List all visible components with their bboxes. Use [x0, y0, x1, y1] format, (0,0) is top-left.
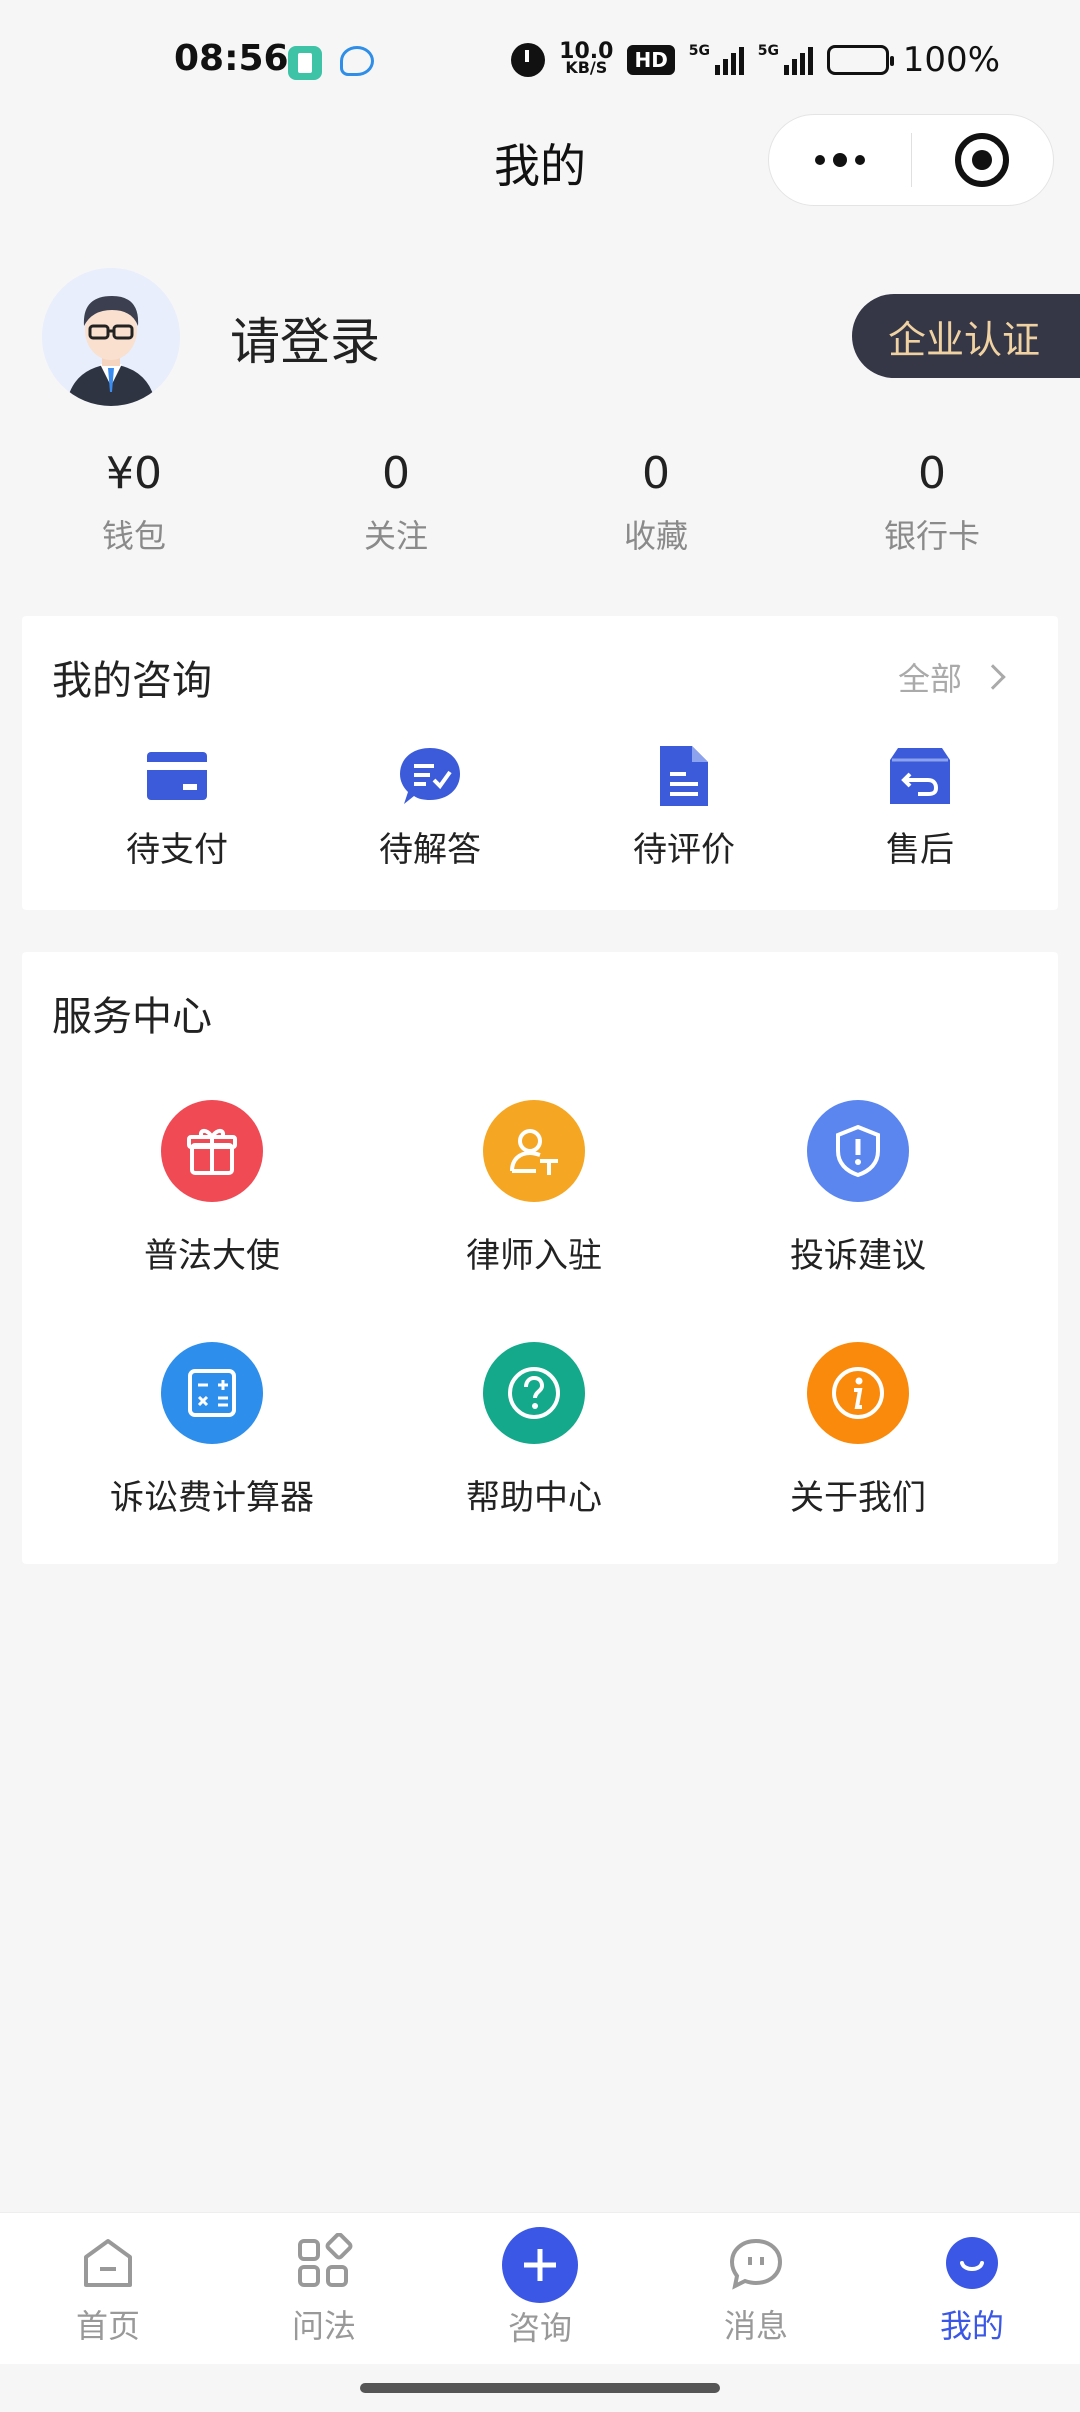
mini-program-capsule — [768, 114, 1054, 206]
signal-label: 5G — [688, 43, 711, 59]
status-bar: 08:56 10.0 KB/S HD 5G 5G 100% — [0, 0, 1080, 120]
stat-label: 钱包 — [101, 517, 166, 555]
login-link[interactable]: 请登录 — [230, 302, 380, 374]
consult-pending-payment[interactable]: 待支付 — [87, 744, 267, 871]
hd-badge: HD — [627, 45, 675, 75]
stat-value: 0 — [642, 448, 670, 499]
service-item-label: 关于我们 — [790, 1478, 926, 1518]
nav-label: 咨询 — [507, 2309, 572, 2347]
profile-icon — [942, 2233, 1002, 2293]
chat-bubble-icon — [398, 744, 462, 808]
app-icon — [288, 46, 322, 80]
service-help-center[interactable]: 帮助中心 — [384, 1342, 684, 1519]
info-icon — [807, 1342, 909, 1444]
service-fee-calculator[interactable]: 诉讼费计算器 — [62, 1342, 362, 1519]
consult-item-label: 待解答 — [379, 830, 481, 870]
consult-item-label: 待评价 — [633, 830, 735, 870]
more-icon[interactable] — [769, 115, 911, 205]
chat-icon — [340, 46, 374, 76]
view-all-label: 全部 — [897, 660, 962, 698]
service-legal-ambassador[interactable]: 普法大使 — [62, 1100, 362, 1277]
stat-follow[interactable]: 0 关注 — [296, 448, 496, 557]
stat-label: 关注 — [363, 517, 428, 555]
consult-pending-answer[interactable]: 待解答 — [340, 744, 520, 871]
service-title: 服务中心 — [52, 994, 212, 1040]
alarm-icon — [511, 43, 546, 77]
lawyer-icon — [483, 1100, 585, 1202]
calculator-icon — [161, 1342, 263, 1444]
consult-pending-review[interactable]: 待评价 — [594, 744, 774, 871]
bottom-nav: 首页 问法 咨询 消息 我的 — [0, 2212, 1080, 2364]
stat-bank-card[interactable]: 0 银行卡 — [832, 448, 1032, 557]
avatar[interactable] — [42, 268, 180, 406]
gift-icon — [161, 1100, 263, 1202]
service-about-us[interactable]: 关于我们 — [708, 1342, 1008, 1519]
stat-label: 收藏 — [623, 517, 688, 555]
stat-label: 银行卡 — [883, 517, 980, 555]
enterprise-cert-button[interactable]: 企业认证 — [852, 294, 1080, 378]
nav-messages[interactable]: 消息 — [686, 2233, 826, 2347]
status-icons: 10.0 KB/S HD 5G 5G 100% — [511, 40, 1000, 80]
speed-unit: KB/S — [565, 58, 608, 77]
nav-label: 我的 — [939, 2307, 1004, 2345]
view-all-link[interactable]: 全部 — [897, 654, 1006, 700]
service-item-label: 普法大使 — [144, 1236, 280, 1276]
nav-label: 问法 — [291, 2307, 356, 2345]
stat-value: 0 — [382, 448, 410, 499]
nav-label: 消息 — [723, 2307, 788, 2345]
close-target-icon[interactable] — [912, 115, 1054, 205]
consult-after-sales[interactable]: 售后 — [830, 744, 1010, 871]
stat-wallet[interactable]: ¥0 钱包 — [34, 448, 234, 557]
battery-icon — [826, 45, 894, 75]
service-card: 服务中心 普法大使 律师入驻 投诉建议 诉讼费计算器 帮助中心 关于我们 — [22, 952, 1058, 1564]
nav-consult[interactable]: 咨询 — [470, 2227, 610, 2349]
message-icon — [726, 2233, 786, 2293]
stat-value: 0 — [918, 448, 946, 499]
grid-icon — [294, 2232, 354, 2293]
consult-item-label: 售后 — [886, 830, 954, 870]
card-icon — [145, 744, 209, 808]
nav-mine[interactable]: 我的 — [902, 2233, 1042, 2347]
battery-percent: 100% — [902, 40, 1000, 80]
consult-item-label: 待支付 — [126, 830, 228, 870]
plus-icon — [502, 2227, 578, 2303]
nav-ask-law[interactable]: 问法 — [254, 2232, 394, 2347]
document-icon — [652, 744, 716, 808]
service-item-label: 律师入驻 — [466, 1236, 602, 1276]
status-time: 08:56 — [174, 38, 289, 79]
service-item-label: 帮助中心 — [466, 1478, 602, 1518]
service-lawyer-join[interactable]: 律师入驻 — [384, 1100, 684, 1277]
chevron-right-icon — [980, 664, 1006, 690]
signal-icon-2: 5G — [757, 43, 813, 75]
signal-label-2: 5G — [757, 43, 780, 59]
home-icon — [78, 2233, 138, 2293]
nav-home[interactable]: 首页 — [38, 2233, 178, 2347]
return-box-icon — [888, 744, 952, 808]
shield-icon — [807, 1100, 909, 1202]
stats-row: ¥0 钱包 0 关注 0 收藏 0 银行卡 — [0, 448, 1080, 568]
stat-favorites[interactable]: 0 收藏 — [556, 448, 756, 557]
stat-value: ¥0 — [106, 448, 162, 499]
consult-card: 我的咨询 全部 待支付 待解答 待评价 售后 — [22, 616, 1058, 910]
home-indicator[interactable] — [360, 2383, 720, 2393]
nav-label: 首页 — [75, 2307, 140, 2345]
consult-title: 我的咨询 — [52, 658, 212, 704]
service-item-label: 投诉建议 — [790, 1236, 926, 1276]
service-item-label: 诉讼费计算器 — [110, 1478, 314, 1518]
service-complaint[interactable]: 投诉建议 — [708, 1100, 1008, 1277]
signal-icon: 5G — [688, 43, 744, 75]
network-speed: 10.0 KB/S — [559, 41, 613, 77]
question-icon — [483, 1342, 585, 1444]
